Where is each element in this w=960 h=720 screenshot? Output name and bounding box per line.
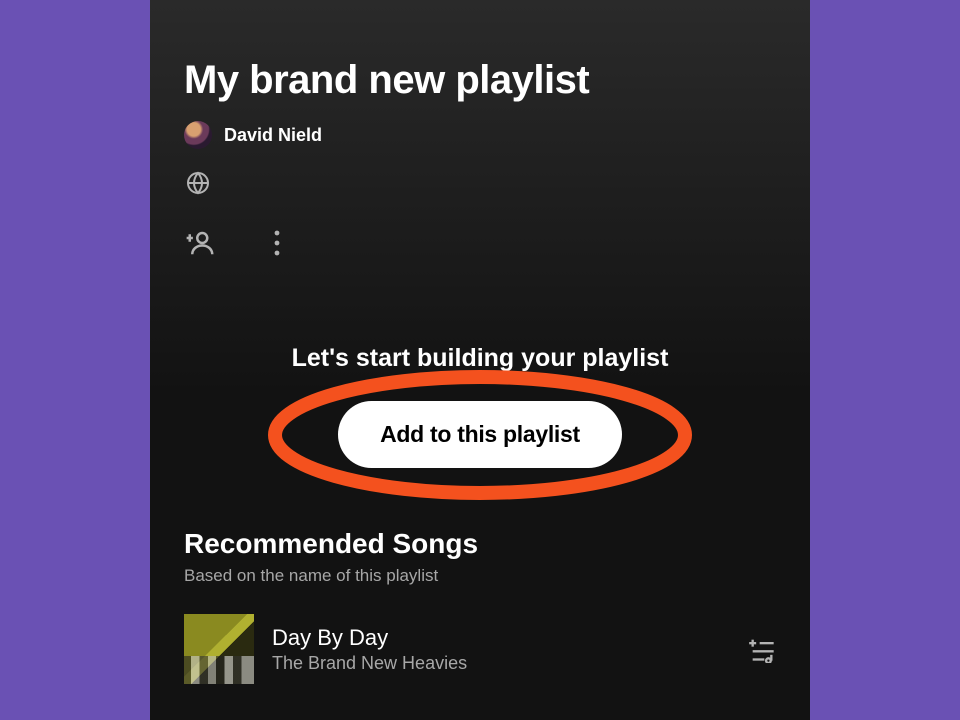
playlist-title: My brand new playlist bbox=[184, 58, 776, 103]
song-artist: The Brand New Heavies bbox=[272, 653, 730, 674]
recommended-subheading: Based on the name of this playlist bbox=[184, 566, 776, 586]
add-collaborator-icon[interactable] bbox=[186, 228, 216, 258]
playlist-screen: My brand new playlist David Nield bbox=[150, 0, 810, 720]
playlist-owner-name: David Nield bbox=[224, 125, 322, 146]
song-meta: Day By Day The Brand New Heavies bbox=[272, 625, 730, 674]
globe-icon[interactable] bbox=[186, 171, 210, 195]
playlist-header: My brand new playlist David Nield bbox=[150, 0, 810, 258]
recommended-heading: Recommended Songs bbox=[184, 528, 776, 560]
empty-state-heading: Let's start building your playlist bbox=[150, 344, 810, 373]
add-to-playlist-button[interactable]: Add to this playlist bbox=[338, 401, 622, 468]
playlist-owner-row[interactable]: David Nield bbox=[184, 121, 776, 149]
empty-state: Let's start building your playlist Add t… bbox=[150, 344, 810, 468]
album-art bbox=[184, 614, 254, 684]
more-options-icon[interactable] bbox=[274, 230, 280, 256]
song-title: Day By Day bbox=[272, 625, 730, 651]
avatar bbox=[184, 121, 212, 149]
add-to-queue-icon[interactable] bbox=[748, 635, 776, 663]
recommended-section: Recommended Songs Based on the name of t… bbox=[150, 528, 810, 684]
recommended-song-row[interactable]: Day By Day The Brand New Heavies bbox=[184, 614, 776, 684]
